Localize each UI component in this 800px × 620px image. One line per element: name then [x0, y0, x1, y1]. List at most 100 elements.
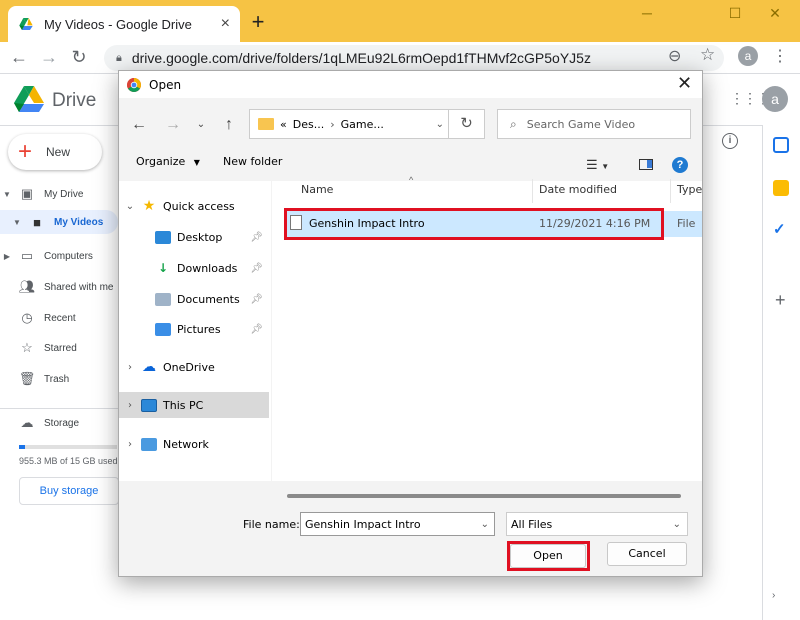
pin-icon[interactable]: 📌︎: [250, 263, 263, 274]
sidebar-item-label: Recent: [44, 312, 76, 324]
nav-item-pictures[interactable]: Pictures 📌︎: [119, 316, 271, 342]
download-icon: ↓: [157, 260, 169, 275]
account-avatar[interactable]: a: [762, 86, 788, 112]
nav-item-desktop[interactable]: Desktop 📌︎: [119, 224, 271, 250]
chevron-down-icon[interactable]: ⌄: [436, 119, 444, 130]
info-icon[interactable]: i: [722, 133, 738, 149]
documents-icon: [155, 292, 171, 306]
organize-menu[interactable]: Organize ▼: [136, 155, 200, 168]
up-folder-icon[interactable]: ↑: [217, 113, 241, 137]
nav-item-network[interactable]: › Network: [119, 431, 271, 457]
pictures-icon: [155, 322, 171, 336]
pin-icon[interactable]: 📌︎: [250, 294, 263, 305]
chevron-right-icon[interactable]: ›: [119, 439, 141, 450]
dialog-title: Open: [149, 77, 182, 92]
file-type: File: [677, 217, 696, 230]
add-addon-icon[interactable]: +: [775, 290, 786, 311]
address-bar[interactable]: 🔒︎ drive.google.com/drive/folders/1qLMEu…: [104, 45, 724, 71]
expand-caret-icon[interactable]: ▼: [10, 218, 24, 227]
reload-icon[interactable]: ↻: [68, 46, 90, 68]
nav-item-onedrive[interactable]: › ☁ OneDrive: [119, 354, 271, 380]
chevron-down-icon[interactable]: ⌄: [481, 519, 489, 530]
sidebar-item-storage[interactable]: ☁ Storage: [0, 411, 118, 435]
chevron-right-icon: ›: [330, 117, 335, 131]
star-icon: ★: [142, 197, 156, 214]
browser-menu-icon[interactable]: ⋮: [772, 46, 788, 66]
nav-item-quick-access[interactable]: ⌄ ★ Quick access: [119, 193, 271, 219]
pin-icon[interactable]: 📌︎: [250, 232, 263, 243]
storage-bar-fill: [19, 445, 25, 449]
column-divider[interactable]: [670, 179, 671, 203]
minimize-icon[interactable]: ─: [632, 4, 662, 24]
pin-icon[interactable]: 📌︎: [250, 324, 263, 335]
profile-avatar[interactable]: a: [738, 46, 758, 66]
file-type-filter[interactable]: All Files ⌄: [506, 512, 688, 536]
trash-icon: 🗑︎: [18, 371, 36, 386]
sidebar-item-my-videos[interactable]: ▼ ■ My Videos: [0, 210, 118, 234]
calendar-icon[interactable]: [773, 137, 789, 153]
breadcrumb-item[interactable]: Des...: [293, 118, 324, 131]
chevron-right-icon[interactable]: ›: [119, 400, 141, 411]
dialog-forward-icon[interactable]: →: [161, 113, 185, 137]
zoom-icon[interactable]: ⊖: [668, 46, 681, 66]
sidebar-item-trash[interactable]: 🗑︎ Trash: [0, 367, 118, 391]
breadcrumb-item[interactable]: Game...: [341, 118, 384, 131]
highlight-box-file: [284, 208, 664, 240]
search-input[interactable]: ⌕ Search Game Video: [497, 109, 691, 139]
expand-caret-icon[interactable]: ▼: [0, 190, 14, 199]
chevron-right-icon[interactable]: ›: [119, 362, 141, 373]
sidebar-item-recent[interactable]: ◷ Recent: [0, 306, 118, 330]
column-header-date[interactable]: Date modified: [539, 183, 617, 196]
lock-icon: 🔒︎: [116, 51, 122, 64]
horizontal-scrollbar[interactable]: [287, 494, 681, 498]
forward-icon[interactable]: →: [38, 46, 60, 68]
dialog-back-icon[interactable]: ←: [127, 113, 151, 137]
new-button[interactable]: + New: [8, 134, 102, 170]
column-header-name[interactable]: Name: [301, 183, 333, 196]
preview-pane-icon[interactable]: [639, 159, 653, 170]
chevron-down-icon[interactable]: ⌄: [673, 519, 681, 530]
nav-item-documents[interactable]: Documents 📌︎: [119, 286, 271, 312]
expand-caret-icon[interactable]: ▶: [0, 252, 14, 261]
clock-icon: ◷: [21, 310, 33, 325]
nav-item-downloads[interactable]: ↓ Downloads 📌︎: [119, 255, 271, 281]
file-name-field[interactable]: Genshin Impact Intro ⌄: [300, 512, 495, 536]
search-icon: ⌕: [510, 116, 517, 131]
sidebar-item-my-drive[interactable]: ▼ ▣ My Drive: [0, 182, 118, 206]
cancel-button[interactable]: Cancel: [607, 542, 687, 566]
recent-locations-icon[interactable]: ⌄: [189, 113, 213, 137]
sidebar-item-label: Shared with me: [44, 281, 114, 293]
sidebar-item-label: My Drive: [44, 188, 84, 200]
nav-item-this-pc[interactable]: › This PC: [119, 392, 269, 418]
organize-label: Organize: [136, 155, 186, 168]
tasks-icon[interactable]: ✓: [773, 220, 786, 238]
new-tab-button[interactable]: +: [246, 9, 270, 35]
window-close-icon[interactable]: ✕: [760, 4, 790, 24]
sidebar-item-shared[interactable]: 👥︎ Shared with me: [0, 275, 118, 299]
column-header-type[interactable]: Type: [677, 183, 702, 196]
browser-tab[interactable]: My Videos - Google Drive ×: [8, 6, 240, 42]
sidebar-item-label: Storage: [44, 417, 80, 429]
tab-close-icon[interactable]: ×: [221, 15, 230, 33]
view-options-icon[interactable]: ☰ ▼: [586, 157, 609, 173]
nav-item-label: Documents: [177, 292, 240, 306]
maximize-icon[interactable]: ☐: [720, 4, 750, 24]
buy-storage-button[interactable]: Buy storage: [19, 477, 119, 505]
breadcrumb[interactable]: « Des... › Game... ⌄: [249, 109, 449, 139]
sidebar-item-starred[interactable]: ☆ Starred: [0, 336, 118, 360]
bookmark-star-icon[interactable]: ☆: [700, 45, 715, 65]
refresh-icon[interactable]: ↻: [449, 109, 485, 139]
dialog-close-icon[interactable]: ✕: [677, 73, 692, 94]
sidebar-item-computers[interactable]: ▶ ▭ Computers: [0, 244, 118, 268]
keep-icon[interactable]: [773, 180, 789, 196]
back-icon[interactable]: ←: [8, 46, 30, 68]
my-drive-icon: ▣: [20, 186, 34, 201]
breadcrumb-overflow[interactable]: «: [280, 118, 287, 131]
new-folder-button[interactable]: New folder: [223, 155, 282, 168]
chevron-down-icon[interactable]: ⌄: [119, 201, 141, 212]
page-scroll-arrow-icon[interactable]: ›: [772, 590, 775, 601]
help-icon[interactable]: ?: [672, 157, 688, 173]
file-name-value: Genshin Impact Intro: [305, 517, 421, 531]
highlight-box-open: [507, 541, 590, 571]
column-divider[interactable]: [532, 179, 533, 203]
